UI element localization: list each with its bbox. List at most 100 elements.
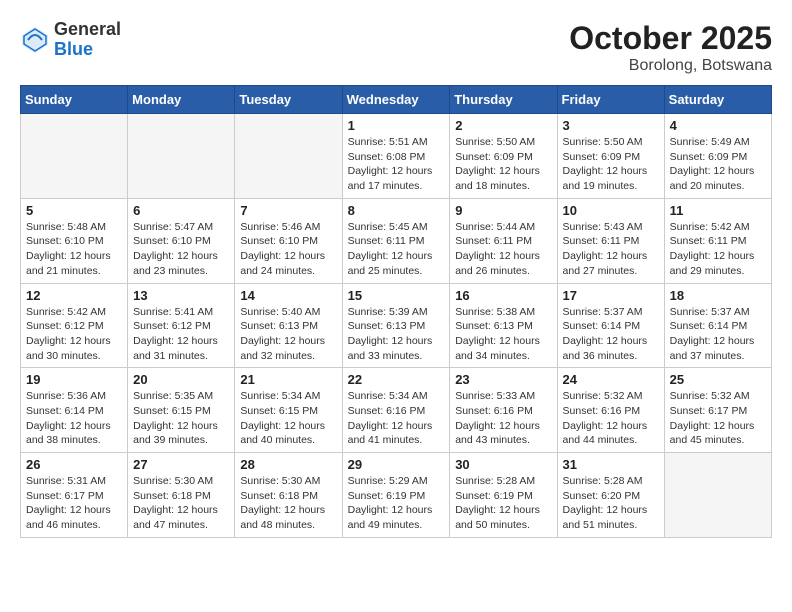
calendar-cell: 6 Sunrise: 5:47 AM Sunset: 6:10 PM Daylig… <box>128 198 235 283</box>
day-info: Sunrise: 5:38 AM Sunset: 6:13 PM Dayligh… <box>455 305 551 364</box>
calendar-cell: 30Sunrise: 5:28 AM Sunset: 6:19 PM Dayli… <box>450 453 557 538</box>
calendar-cell: 11 Sunrise: 5:42 AM Sunset: 6:11 PM Dayli… <box>664 198 771 283</box>
calendar-cell: 21 Sunrise: 5:34 AM Sunset: 6:15 PM Dayli… <box>235 368 342 453</box>
calendar-cell: 14 Sunrise: 5:40 AM Sunset: 6:13 PM Dayli… <box>235 283 342 368</box>
day-info: Sunrise: 5:43 AM Sunset: 6:11 PM Dayligh… <box>563 220 659 279</box>
weekday-header-saturday: Saturday <box>664 86 771 114</box>
day-number: 13 <box>133 288 229 303</box>
day-info: Sunrise: 5:49 AM Sunset: 6:09 PM Dayligh… <box>670 135 766 194</box>
calendar: SundayMondayTuesdayWednesdayThursdayFrid… <box>20 85 772 538</box>
day-number: 19 <box>26 372 122 387</box>
day-number: 29 <box>348 457 445 472</box>
logo: General Blue <box>20 20 121 60</box>
day-info: Sunrise: 5:35 AM Sunset: 6:15 PM Dayligh… <box>133 389 229 448</box>
day-number: 16 <box>455 288 551 303</box>
logo-general: General <box>54 20 121 40</box>
day-number: 21 <box>240 372 336 387</box>
day-info: Sunrise: 5:33 AM Sunset: 6:16 PM Dayligh… <box>455 389 551 448</box>
day-number: 6 <box>133 203 229 218</box>
day-info: Sunrise: 5:31 AM Sunset: 6:17 PM Dayligh… <box>26 474 122 533</box>
day-number: 5 <box>26 203 122 218</box>
logo-icon <box>20 25 50 55</box>
day-info: Sunrise: 5:28 AM Sunset: 6:20 PM Dayligh… <box>563 474 659 533</box>
day-number: 15 <box>348 288 445 303</box>
day-number: 8 <box>348 203 445 218</box>
weekday-header-monday: Monday <box>128 86 235 114</box>
day-number: 28 <box>240 457 336 472</box>
day-info: Sunrise: 5:47 AM Sunset: 6:10 PM Dayligh… <box>133 220 229 279</box>
calendar-cell: 27Sunrise: 5:30 AM Sunset: 6:18 PM Dayli… <box>128 453 235 538</box>
calendar-cell: 20 Sunrise: 5:35 AM Sunset: 6:15 PM Dayli… <box>128 368 235 453</box>
calendar-cell: 1Sunrise: 5:51 AM Sunset: 6:08 PM Daylig… <box>342 114 450 199</box>
weekday-header-tuesday: Tuesday <box>235 86 342 114</box>
day-number: 23 <box>455 372 551 387</box>
weekday-header-wednesday: Wednesday <box>342 86 450 114</box>
week-row-5: 26 Sunrise: 5:31 AM Sunset: 6:17 PM Dayli… <box>21 453 772 538</box>
day-number: 10 <box>563 203 659 218</box>
title-block: October 2025 Borolong, Botswana <box>569 20 772 75</box>
day-number: 11 <box>670 203 766 218</box>
day-info: Sunrise: 5:48 AM Sunset: 6:10 PM Dayligh… <box>26 220 122 279</box>
day-info: Sunrise: 5:34 AM Sunset: 6:16 PM Dayligh… <box>348 389 445 448</box>
day-info: Sunrise: 5:42 AM Sunset: 6:11 PM Dayligh… <box>670 220 766 279</box>
day-info: Sunrise: 5:37 AM Sunset: 6:14 PM Dayligh… <box>563 305 659 364</box>
calendar-cell: 18Sunrise: 5:37 AM Sunset: 6:14 PM Dayli… <box>664 283 771 368</box>
calendar-cell: 13 Sunrise: 5:41 AM Sunset: 6:12 PM Dayli… <box>128 283 235 368</box>
day-number: 7 <box>240 203 336 218</box>
calendar-cell: 10 Sunrise: 5:43 AM Sunset: 6:11 PM Dayli… <box>557 198 664 283</box>
calendar-cell: 3 Sunrise: 5:50 AM Sunset: 6:09 PM Daylig… <box>557 114 664 199</box>
calendar-cell: 31Sunrise: 5:28 AM Sunset: 6:20 PM Dayli… <box>557 453 664 538</box>
calendar-cell: 23 Sunrise: 5:33 AM Sunset: 6:16 PM Dayli… <box>450 368 557 453</box>
day-number: 20 <box>133 372 229 387</box>
day-info: Sunrise: 5:44 AM Sunset: 6:11 PM Dayligh… <box>455 220 551 279</box>
day-info: Sunrise: 5:28 AM Sunset: 6:19 PM Dayligh… <box>455 474 551 533</box>
day-number: 14 <box>240 288 336 303</box>
calendar-cell: 29Sunrise: 5:29 AM Sunset: 6:19 PM Dayli… <box>342 453 450 538</box>
day-info: Sunrise: 5:50 AM Sunset: 6:09 PM Dayligh… <box>563 135 659 194</box>
calendar-cell: 16 Sunrise: 5:38 AM Sunset: 6:13 PM Dayli… <box>450 283 557 368</box>
day-number: 24 <box>563 372 659 387</box>
calendar-cell: 17 Sunrise: 5:37 AM Sunset: 6:14 PM Dayli… <box>557 283 664 368</box>
calendar-cell: 15 Sunrise: 5:39 AM Sunset: 6:13 PM Dayli… <box>342 283 450 368</box>
calendar-cell: 5 Sunrise: 5:48 AM Sunset: 6:10 PM Daylig… <box>21 198 128 283</box>
page-header: General Blue October 2025 Borolong, Bots… <box>20 20 772 75</box>
day-info: Sunrise: 5:40 AM Sunset: 6:13 PM Dayligh… <box>240 305 336 364</box>
location: Borolong, Botswana <box>569 57 772 75</box>
day-number: 3 <box>563 118 659 133</box>
day-number: 25 <box>670 372 766 387</box>
day-number: 22 <box>348 372 445 387</box>
day-number: 9 <box>455 203 551 218</box>
day-info: Sunrise: 5:37 AM Sunset: 6:14 PM Dayligh… <box>670 305 766 364</box>
day-number: 4 <box>670 118 766 133</box>
day-info: Sunrise: 5:45 AM Sunset: 6:11 PM Dayligh… <box>348 220 445 279</box>
day-info: Sunrise: 5:30 AM Sunset: 6:18 PM Dayligh… <box>133 474 229 533</box>
day-info: Sunrise: 5:41 AM Sunset: 6:12 PM Dayligh… <box>133 305 229 364</box>
logo-blue: Blue <box>54 40 121 60</box>
day-info: Sunrise: 5:39 AM Sunset: 6:13 PM Dayligh… <box>348 305 445 364</box>
day-info: Sunrise: 5:42 AM Sunset: 6:12 PM Dayligh… <box>26 305 122 364</box>
weekday-header-row: SundayMondayTuesdayWednesdayThursdayFrid… <box>21 86 772 114</box>
week-row-2: 5 Sunrise: 5:48 AM Sunset: 6:10 PM Daylig… <box>21 198 772 283</box>
day-number: 26 <box>26 457 122 472</box>
day-info: Sunrise: 5:51 AM Sunset: 6:08 PM Dayligh… <box>348 135 445 194</box>
weekday-header-sunday: Sunday <box>21 86 128 114</box>
calendar-cell <box>235 114 342 199</box>
week-row-4: 19 Sunrise: 5:36 AM Sunset: 6:14 PM Dayli… <box>21 368 772 453</box>
day-info: Sunrise: 5:50 AM Sunset: 6:09 PM Dayligh… <box>455 135 551 194</box>
week-row-3: 12 Sunrise: 5:42 AM Sunset: 6:12 PM Dayli… <box>21 283 772 368</box>
calendar-cell: 26 Sunrise: 5:31 AM Sunset: 6:17 PM Dayli… <box>21 453 128 538</box>
day-info: Sunrise: 5:34 AM Sunset: 6:15 PM Dayligh… <box>240 389 336 448</box>
week-row-1: 1Sunrise: 5:51 AM Sunset: 6:08 PM Daylig… <box>21 114 772 199</box>
calendar-cell: 9 Sunrise: 5:44 AM Sunset: 6:11 PM Daylig… <box>450 198 557 283</box>
day-info: Sunrise: 5:30 AM Sunset: 6:18 PM Dayligh… <box>240 474 336 533</box>
day-number: 12 <box>26 288 122 303</box>
day-info: Sunrise: 5:36 AM Sunset: 6:14 PM Dayligh… <box>26 389 122 448</box>
calendar-cell <box>664 453 771 538</box>
calendar-cell: 4 Sunrise: 5:49 AM Sunset: 6:09 PM Daylig… <box>664 114 771 199</box>
calendar-cell: 25Sunrise: 5:32 AM Sunset: 6:17 PM Dayli… <box>664 368 771 453</box>
day-info: Sunrise: 5:46 AM Sunset: 6:10 PM Dayligh… <box>240 220 336 279</box>
day-number: 17 <box>563 288 659 303</box>
calendar-cell: 19 Sunrise: 5:36 AM Sunset: 6:14 PM Dayli… <box>21 368 128 453</box>
calendar-cell <box>21 114 128 199</box>
calendar-cell: 7 Sunrise: 5:46 AM Sunset: 6:10 PM Daylig… <box>235 198 342 283</box>
